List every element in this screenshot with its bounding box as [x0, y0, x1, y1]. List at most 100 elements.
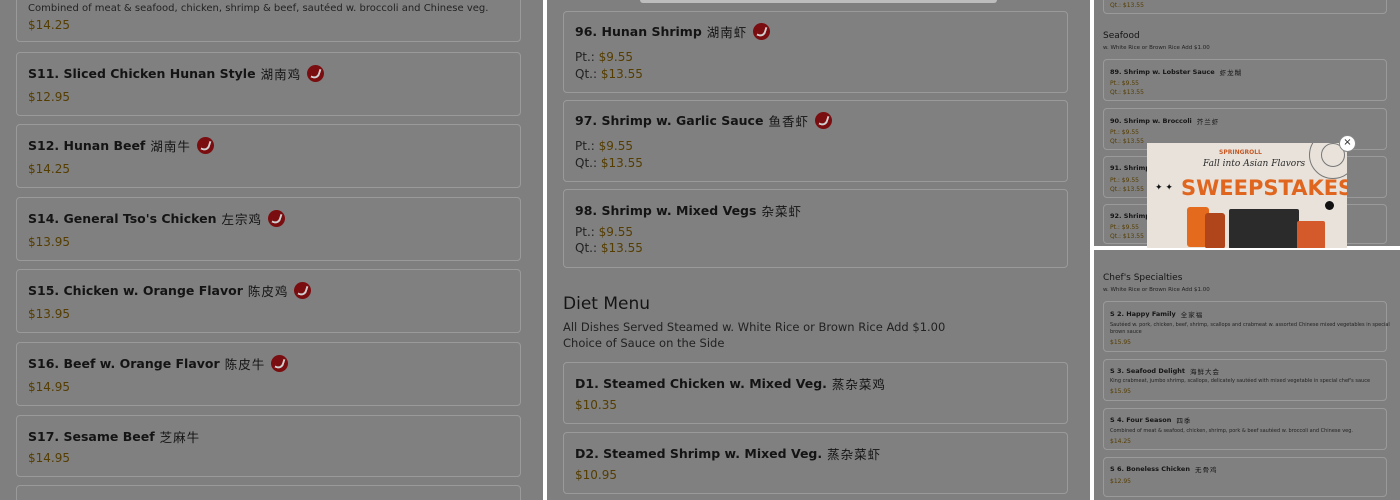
menu-item-card[interactable]: S12. Hunan Beef 湖南牛 $14.25 [16, 124, 521, 188]
controller-image [1297, 221, 1325, 248]
item-description: Sautéed w. pork, chicken, beef, shrimp, … [1110, 322, 1390, 328]
item-description: King crabmeat, jumbo shrimp, scallops, d… [1110, 378, 1371, 384]
item-name: S 3. Seafood Delight 海鲜大会 [1110, 366, 1220, 376]
item-chinese-name: 四季 [1176, 417, 1192, 425]
menu-item-card[interactable]: S15. Chicken w. Orange Flavor 陈皮鸡 $13.95 [16, 269, 521, 333]
item-name: 97. Shrimp w. Garlic Sauce 鱼香虾 [575, 111, 832, 130]
section-subtitle: w. White Rice or Brown Rice Add $1.00 [1103, 287, 1210, 293]
item-description: Combined of meat & seafood, chicken, shr… [1110, 428, 1353, 434]
spicy-icon [268, 210, 285, 227]
item-chinese-name: 湖南牛 [150, 139, 191, 154]
pint-label: Pt.: [575, 139, 595, 153]
item-description-cont: brown sauce [1110, 329, 1142, 335]
item-name: 92. Shrimp [1110, 212, 1150, 220]
item-name-text: D1. Steamed Chicken w. Mixed Veg. [575, 376, 827, 391]
item-chinese-name: 芝麻牛 [159, 430, 201, 445]
menu-item-card[interactable]: S16. Beef w. Orange Flavor 陈皮牛 $14.95 [16, 342, 521, 406]
item-name-text: 97. Shrimp w. Garlic Sauce [575, 113, 764, 128]
item-name-text: S 6. Boneless Chicken [1110, 465, 1190, 473]
quart-price: Qt.: $13.55 [575, 241, 643, 255]
spicy-icon [307, 65, 325, 82]
menu-item-card[interactable]: S17. Sesame Beef 芝麻牛 $14.95 [16, 415, 521, 477]
spicy-icon [294, 282, 312, 299]
item-price: $15.95 [1110, 339, 1131, 346]
menu-item-card[interactable]: S 2. Happy Family 全家福 Sautéed w. pork, ch… [1103, 301, 1390, 352]
menu-item-card[interactable]: S 3. Seafood Delight 海鲜大会 King crabmeat, … [1103, 359, 1387, 401]
popup-headline: SWEEPSTAKES [1181, 176, 1347, 200]
quart-label: Qt.: [575, 67, 598, 81]
item-name-text: 90. Shrimp w. Broccoli [1110, 117, 1192, 125]
quart-price: Qt.: $13.55 [575, 156, 643, 170]
menu-item-card[interactable]: S11. Sliced Chicken Hunan Style 湖南鸡 $12.9… [16, 52, 521, 116]
sweepstakes-popup[interactable]: SPRINGROLL Fall into Asian Flavors SWEEP… [1147, 143, 1347, 248]
quart-price: Qt.: $13.55 [1110, 89, 1144, 96]
menu-item-card[interactable]: Qt.: $13.55 [1103, 0, 1387, 14]
section-title: Chef's Specialties [1103, 273, 1183, 283]
menu-item-card[interactable]: S 4. Four Season 四季 Combined of meat & se… [1103, 408, 1387, 450]
menu-item-card[interactable]: 98. Shrimp w. Mixed Vegs 杂菜虾 Pt.: $9.55 Q… [563, 189, 1068, 268]
item-price: $14.25 [1110, 438, 1131, 445]
item-name-text: S11. Sliced Chicken Hunan Style [28, 66, 256, 81]
quart-value: $13.55 [600, 241, 643, 255]
item-name-text: 91. Shrimp [1110, 164, 1150, 172]
item-name-text: 89. Shrimp w. Lobster Sauce [1110, 68, 1215, 76]
item-chinese-name: 鱼香虾 [768, 114, 809, 129]
item-name: 89. Shrimp w. Lobster Sauce 虾龙糊 [1110, 67, 1242, 77]
item-name-text: S16. Beef w. Orange Flavor [28, 356, 220, 371]
console-image [1229, 209, 1299, 248]
menu-item-card[interactable]: Combined of meat & seafood, chicken, shr… [16, 0, 521, 42]
menu-item-card[interactable]: S 6. Boneless Chicken 无骨鸡 $12.95 [1103, 457, 1387, 497]
item-price: $13.95 [28, 307, 70, 321]
menu-item-card[interactable]: S14. General Tso's Chicken 左宗鸡 $13.95 [16, 197, 521, 261]
menu-item-card[interactable]: 96. Hunan Shrimp 湖南虾 Pt.: $9.55 Qt.: $13.… [563, 11, 1068, 93]
menu-item-card[interactable]: D2. Steamed Shrimp w. Mixed Veg. 蒸杂菜虾 $10… [563, 432, 1068, 494]
item-chinese-name: 蒸杂菜虾 [827, 447, 882, 462]
quart-label: Qt.: [575, 241, 598, 255]
item-chinese-name: 湖南鸡 [260, 67, 302, 82]
pint-price: Pt.: $9.55 [1110, 224, 1139, 231]
item-name: S15. Chicken w. Orange Flavor 陈皮鸡 [28, 281, 312, 300]
quart-price: Qt.: $13.55 [1110, 138, 1144, 145]
spider-icon [1325, 201, 1334, 210]
spicy-icon [271, 355, 289, 372]
item-chinese-name: 虾龙糊 [1219, 69, 1243, 77]
item-price: $14.95 [28, 451, 70, 465]
item-name-text: S14. General Tso's Chicken [28, 211, 217, 226]
item-name-text: S 3. Seafood Delight [1110, 367, 1185, 375]
quart-price: Qt.: $13.55 [1110, 2, 1144, 9]
header-bar [640, 0, 997, 3]
pint-price: Pt.: $9.55 [575, 139, 633, 153]
section-subtitle: All Dishes Served Steamed w. White Rice … [563, 320, 946, 334]
menu-item-card[interactable] [16, 485, 521, 500]
item-name-text: S15. Chicken w. Orange Flavor [28, 283, 243, 298]
quart-label: Qt.: [575, 156, 598, 170]
item-name: 91. Shrimp [1110, 164, 1150, 172]
pint-value: $9.55 [598, 50, 633, 64]
section-title: Seafood [1103, 31, 1140, 41]
menu-panel-middle: 96. Hunan Shrimp 湖南虾 Pt.: $9.55 Qt.: $13.… [547, 0, 1090, 500]
quart-price: Qt.: $13.55 [1110, 186, 1144, 193]
pint-price: Pt.: $9.55 [575, 225, 633, 239]
item-price: $14.95 [28, 380, 70, 394]
menu-item-card[interactable]: D1. Steamed Chicken w. Mixed Veg. 蒸杂菜鸡 $1… [563, 362, 1068, 424]
item-chinese-name: 蒸杂菜鸡 [831, 377, 886, 392]
item-chinese-name: 陈皮牛 [224, 357, 266, 372]
menu-item-card[interactable]: 97. Shrimp w. Garlic Sauce 鱼香虾 Pt.: $9.55… [563, 100, 1068, 182]
item-name: 98. Shrimp w. Mixed Vegs 杂菜虾 [575, 201, 802, 220]
pint-price: Pt.: $9.55 [1110, 129, 1139, 136]
quart-value: $13.55 [600, 156, 643, 170]
close-icon[interactable]: × [1339, 135, 1356, 152]
item-price: $15.95 [1110, 388, 1131, 395]
item-name: S 2. Happy Family 全家福 [1110, 309, 1203, 319]
item-name: 96. Hunan Shrimp 湖南虾 [575, 22, 771, 41]
item-price: $12.95 [28, 90, 70, 104]
item-price: $14.25 [28, 18, 70, 32]
item-name: S16. Beef w. Orange Flavor 陈皮牛 [28, 354, 289, 373]
item-price: $10.95 [575, 468, 617, 482]
quart-price: Qt.: $13.55 [1110, 233, 1144, 240]
menu-item-card[interactable]: 89. Shrimp w. Lobster Sauce 虾龙糊 Pt.: $9.5… [1103, 59, 1387, 101]
item-name: 90. Shrimp w. Broccoli 芥兰虾 [1110, 116, 1219, 126]
section-subtitle: w. White Rice or Brown Rice Add $1.00 [1103, 45, 1210, 51]
popup-tagline: Fall into Asian Flavors [1203, 159, 1306, 169]
item-price: $12.95 [1110, 478, 1131, 485]
